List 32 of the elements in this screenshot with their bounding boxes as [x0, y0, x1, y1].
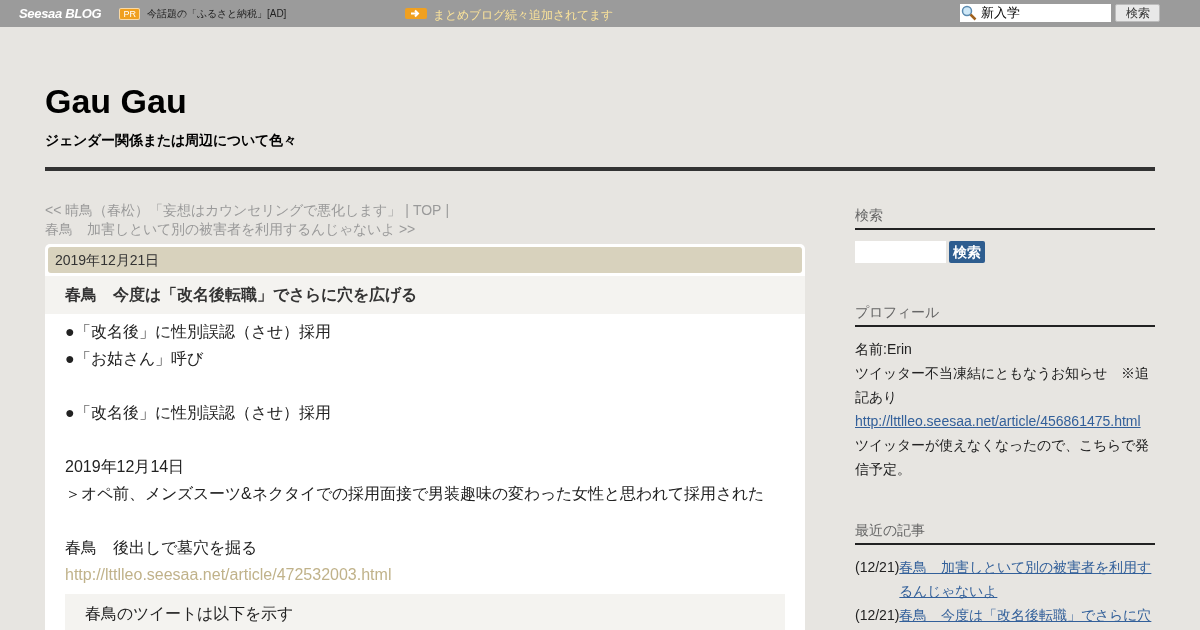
- search-icon: [960, 4, 978, 22]
- ad-link[interactable]: 今話題の「ふるさと納税」[AD]: [146, 6, 287, 21]
- text-line: 2019年12月14日: [65, 457, 186, 477]
- quote-text: 春鳥のツイートは以下を示す: [85, 604, 294, 624]
- search-button[interactable]: 検索: [1115, 4, 1160, 22]
- sidebar-heading: プロフィール: [855, 300, 1155, 327]
- text-line: ＞オペ前、メンズスーツ&ネクタイでの採用面接で男装趣味の変わった女性と思われて採用された: [65, 484, 765, 504]
- search-field[interactable]: 新入学: [978, 4, 1111, 22]
- blog-title[interactable]: Gau Gau: [45, 79, 1155, 123]
- text-line: ●「改名後」に性別誤認（させ）採用: [65, 403, 332, 423]
- article-date: 2019年12月21日: [48, 247, 802, 273]
- separator: |: [445, 201, 450, 220]
- sidebar-heading: 検索: [855, 201, 1155, 230]
- article-title[interactable]: 春鳥 今度は「改名後転職」でさらに穴を広げる: [45, 276, 805, 314]
- search-button[interactable]: 検索: [949, 241, 985, 263]
- pr-badge: PR: [119, 7, 140, 20]
- separator: |: [405, 201, 409, 220]
- recent-article-link[interactable]: 春鳥 加害しといて別の被害者を利用するんじゃないよ: [899, 555, 1155, 603]
- sidebar-heading: 最近の記事: [855, 518, 1155, 545]
- text-line: ●「お姑さん」呼び: [65, 349, 204, 369]
- blog-subtitle: ジェンダー関係または周辺について色々: [45, 131, 298, 150]
- article-date: (12/21): [855, 558, 900, 577]
- text-line: ツイッター不当凍結にともなうお知らせ ※追記あり: [855, 364, 1150, 407]
- logo[interactable]: Seesaa BLOG: [19, 3, 102, 24]
- text-line: ●「改名後」に性別誤認（させ）採用: [65, 322, 332, 342]
- link[interactable]: http://lttlleo.seesaa.net/article/456861475.html: [855, 409, 1141, 433]
- text-line: 名前:Erin: [855, 340, 913, 359]
- recent-article-link[interactable]: 春鳥 今度は「改名後転職」でさらに穴: [899, 603, 1155, 627]
- text-line: ツイッターが使えなくなったので、こちらで発信予定。: [855, 436, 1150, 479]
- article-date: (12/21): [855, 606, 900, 625]
- text-line: 春鳥 後出しで墓穴を掘る: [65, 538, 258, 558]
- search-field[interactable]: [855, 241, 946, 263]
